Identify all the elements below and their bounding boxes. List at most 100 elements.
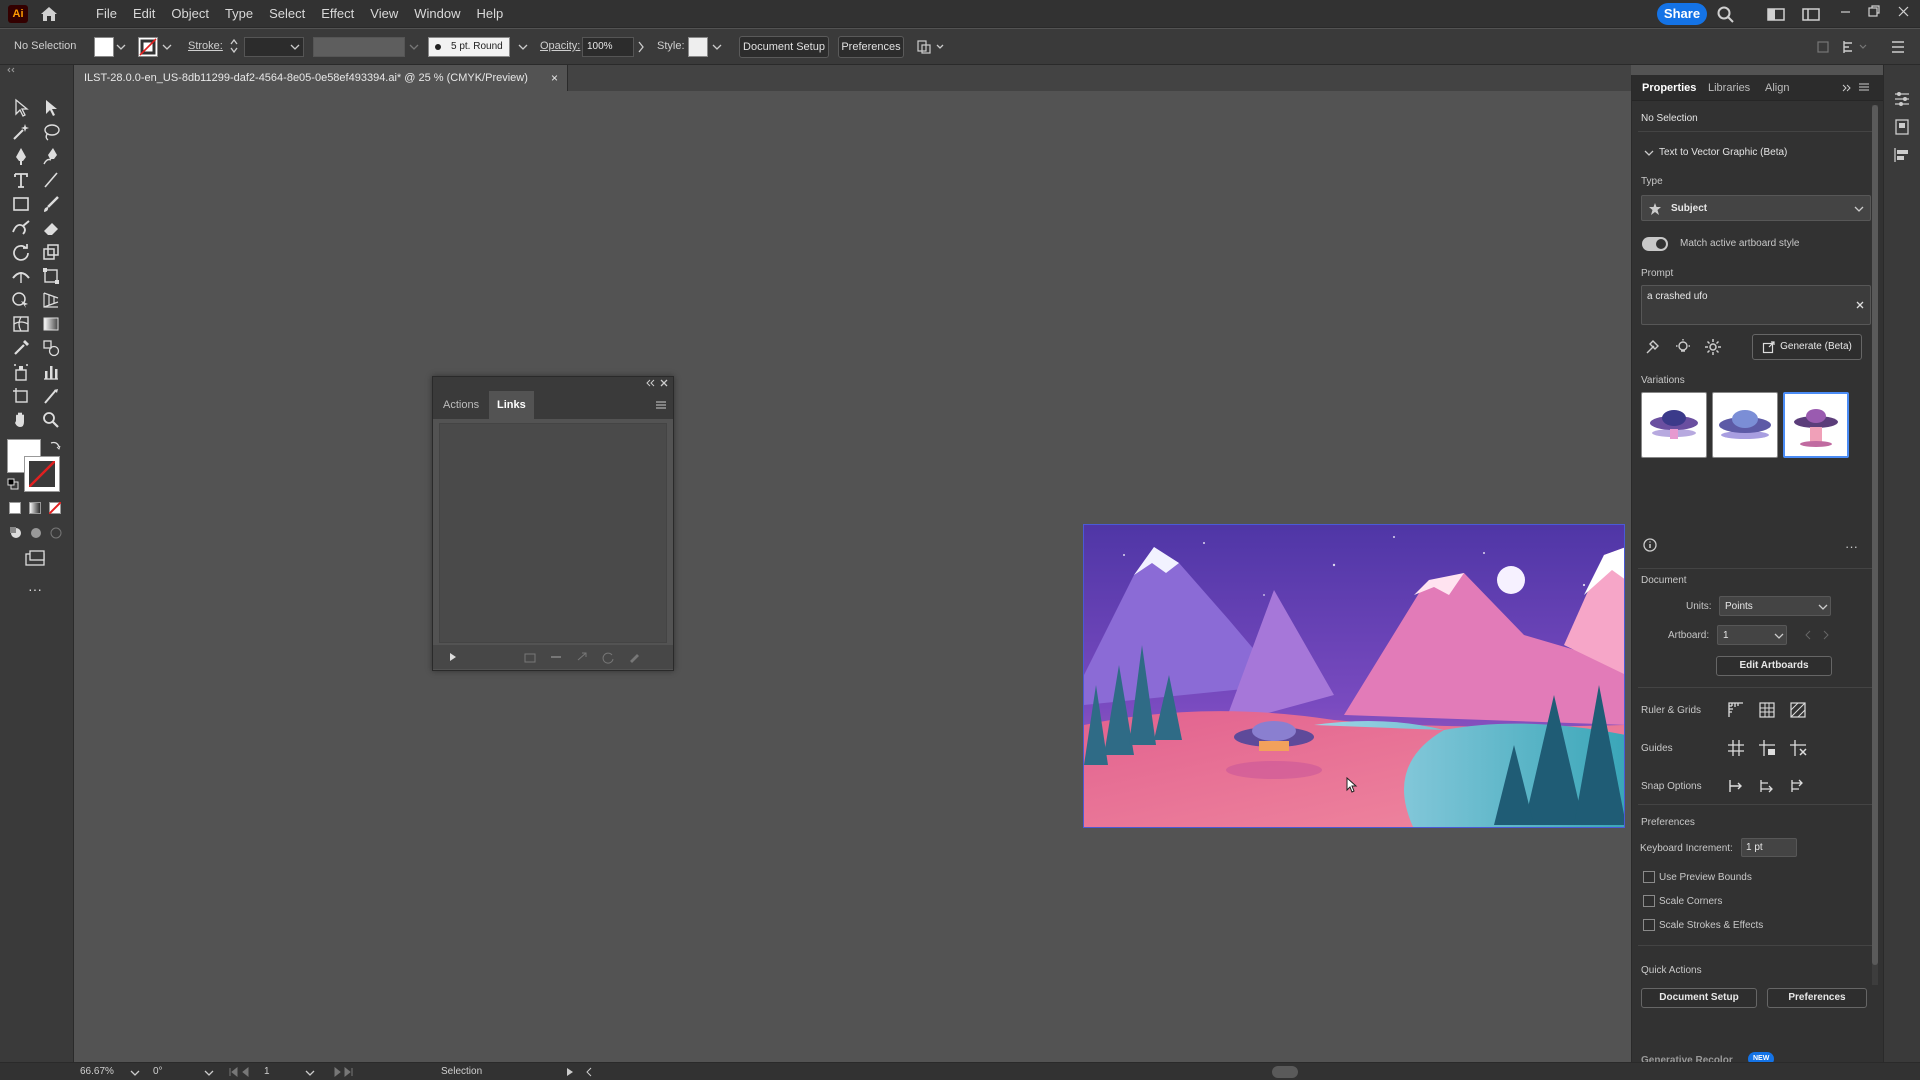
restore-icon[interactable] [1864,3,1884,21]
last-artboard-icon[interactable] [325,1066,355,1080]
properties-panel-icon[interactable] [1892,89,1912,112]
generate-button[interactable]: Generate (Beta) [1752,334,1862,360]
status-menu-arrow-icon[interactable] [566,1067,574,1080]
artboard-number[interactable]: 1 [264,1066,270,1077]
search-icon[interactable] [1716,5,1736,23]
type-tool-icon[interactable] [9,169,33,191]
show-guides-icon[interactable] [1727,739,1745,760]
rotation-value[interactable]: 0° [153,1066,163,1077]
type-select[interactable]: Subject [1641,195,1871,221]
artboard-tool-icon[interactable] [9,385,33,407]
sample-style-icon[interactable] [1643,338,1661,359]
arrange-icon[interactable] [916,37,946,60]
close-panel-icon[interactable] [659,378,669,391]
transparency-grid-icon[interactable] [1789,701,1807,722]
paintbrush-tool-icon[interactable] [39,193,63,215]
menu-view[interactable]: View [362,0,406,28]
update-link-icon[interactable] [601,650,615,667]
none-mode-icon[interactable] [48,501,62,517]
eyedropper-tool-icon[interactable] [9,337,33,359]
use-preview-bounds-checkbox[interactable] [1643,871,1655,883]
t2v-section-title[interactable]: Text to Vector Graphic (Beta) [1659,147,1787,158]
direct-selection-tool-icon[interactable] [39,97,63,119]
width-tool-icon[interactable] [9,265,33,287]
stroke-label[interactable]: Stroke: [188,40,223,52]
panel-header[interactable] [433,377,673,391]
selection-tool-icon[interactable] [9,97,33,119]
units-select[interactable]: Points [1719,596,1831,616]
go-to-link-icon[interactable] [575,650,589,667]
menu-edit[interactable]: Edit [125,0,163,28]
variation-thumbnail-2[interactable] [1712,392,1778,458]
preferences-button[interactable]: Preferences [838,36,904,58]
snap-to-glyph-icon[interactable] [1789,777,1807,798]
zoom-dropdown-icon[interactable] [130,1068,140,1080]
home-icon[interactable] [38,5,60,23]
profile-dropdown-icon[interactable] [409,42,419,54]
stroke-dropdown-icon[interactable] [162,42,172,54]
opacity-field[interactable]: 100% [582,37,634,57]
fill-swatch[interactable] [94,37,114,57]
qa-document-setup-button[interactable]: Document Setup [1641,988,1757,1008]
properties-menu-icon[interactable] [1858,82,1870,95]
previous-artboard-icon[interactable] [1804,630,1812,643]
menu-type[interactable]: Type [217,0,261,28]
rotation-dropdown-icon[interactable] [204,1068,214,1080]
next-artboard-icon[interactable] [1822,630,1830,643]
pen-tool-icon[interactable] [9,145,33,167]
stroke-weight-dropdown-icon[interactable] [290,42,300,54]
properties-scrollbar[interactable] [1872,105,1878,985]
document-tab-close-button[interactable]: × [551,71,558,85]
slice-tool-icon[interactable] [39,385,63,407]
blend-tool-icon[interactable] [39,337,63,359]
draw-inside-icon[interactable] [49,526,63,543]
clear-prompt-icon[interactable] [1855,300,1865,313]
fill-dropdown-icon[interactable] [116,42,126,54]
share-button[interactable]: Share [1657,3,1707,25]
stroke-stepper-icon[interactable] [229,36,239,59]
scroll-left-icon[interactable] [585,1067,593,1080]
rectangle-tool-icon[interactable] [9,193,33,215]
line-segment-tool-icon[interactable] [39,169,63,191]
artboard-nav-dropdown-icon[interactable] [305,1068,315,1080]
qa-preferences-button[interactable]: Preferences [1767,988,1867,1008]
variation-thumbnail-3[interactable] [1783,392,1849,458]
stroke-swatch[interactable] [138,37,158,57]
color-mode-icon[interactable] [9,502,21,517]
curvature-tool-icon[interactable] [39,145,63,167]
snap-to-pixel-icon[interactable] [1758,777,1776,798]
tab-actions[interactable]: Actions [435,391,487,419]
tab-properties[interactable]: Properties [1636,75,1702,101]
tab-align[interactable]: Align [1759,75,1795,101]
screen-mode-icon[interactable] [24,549,48,570]
info-icon[interactable] [1642,537,1658,556]
toolbar-grip[interactable] [6,65,68,75]
gradient-mode-icon[interactable] [29,502,41,517]
shaper-tool-icon[interactable] [9,217,33,239]
variation-thumbnail-1[interactable] [1641,392,1707,458]
tab-links[interactable]: Links [489,391,534,419]
menu-help[interactable]: Help [468,0,511,28]
zoom-level[interactable]: 66.67% [80,1066,114,1077]
prompt-input[interactable]: a crashed ufo [1641,285,1871,325]
draw-behind-icon[interactable] [29,526,43,543]
hand-tool-icon[interactable] [9,409,33,431]
menu-effect[interactable]: Effect [313,0,362,28]
smart-guides-icon[interactable] [1789,739,1807,760]
magic-wand-tool-icon[interactable] [9,121,33,143]
scrollbar-thumb[interactable] [1872,105,1878,965]
show-link-info-icon[interactable] [449,652,457,665]
tab-libraries[interactable]: Libraries [1702,75,1756,101]
libraries-panel-icon[interactable] [1892,117,1912,140]
lock-guides-icon[interactable] [1758,739,1776,760]
ruler-icon[interactable] [1727,701,1745,722]
panel-menu-icon[interactable] [655,400,667,413]
align-panel-icon[interactable] [1892,145,1912,168]
minimize-icon[interactable] [1836,3,1856,21]
opacity-arrow-icon[interactable] [637,41,645,56]
workspace-icon[interactable] [1801,5,1821,23]
document-setup-button[interactable]: Document Setup [739,36,829,58]
edit-toolbar-icon[interactable]: ··· [28,581,42,597]
snap-to-point-icon[interactable] [1727,777,1745,798]
arrange-documents-icon[interactable] [1766,5,1786,23]
